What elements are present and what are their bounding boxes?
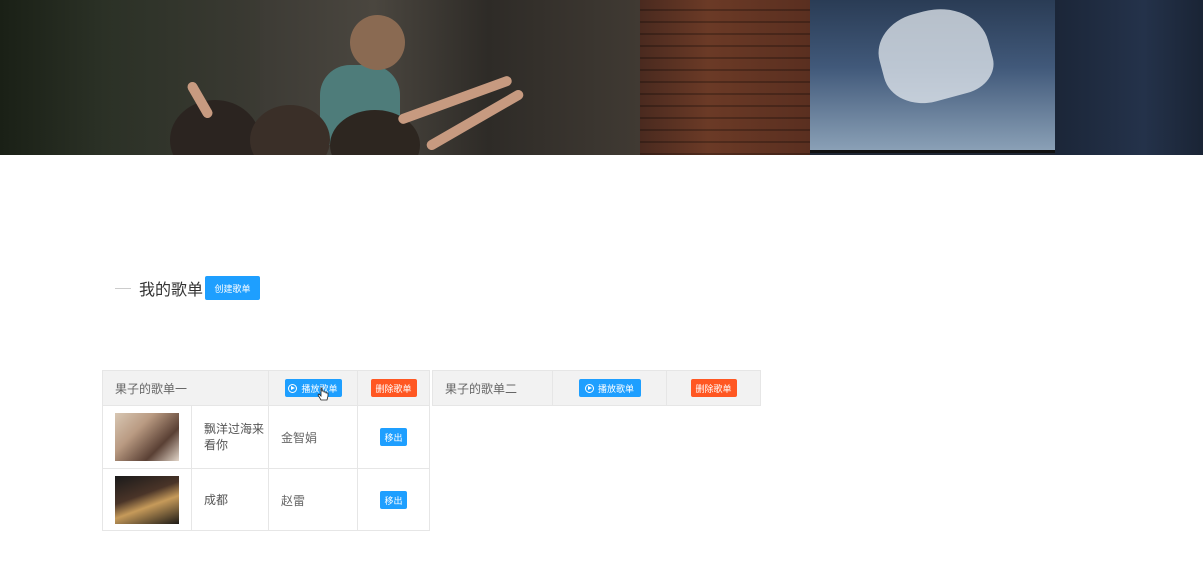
song-cover-image	[115, 413, 179, 461]
playlist-name: 果子的歌单一	[103, 371, 269, 405]
remove-song-button[interactable]: 移出	[380, 491, 407, 509]
song-row: 成都 赵雷 移出	[103, 469, 429, 531]
playlist-table: 果子的歌单二 播放歌单 删除歌单	[432, 370, 761, 406]
song-title: 飘洋过海来看你	[192, 406, 269, 468]
play-playlist-label: 播放歌单	[597, 384, 634, 395]
delete-playlist-button[interactable]: 删除歌单	[370, 379, 417, 397]
play-playlist-button[interactable]: 播放歌单	[578, 379, 641, 397]
song-singer: 赵雷	[269, 469, 358, 531]
hand-pointer-icon	[317, 387, 329, 401]
song-cover-image	[115, 476, 179, 524]
playlist-header: 果子的歌单一 播放歌单 删除歌单	[103, 371, 429, 406]
title-dash-divider	[115, 287, 131, 289]
play-circle-icon	[584, 383, 594, 393]
create-playlist-button[interactable]: 创建歌单	[205, 276, 261, 300]
hero-banner-image	[0, 0, 1203, 155]
section-title: 我的歌单	[139, 280, 204, 299]
my-playlists-header: 我的歌单 创建歌单	[115, 276, 261, 300]
delete-playlist-button[interactable]: 删除歌单	[690, 379, 737, 397]
song-title: 成都	[192, 469, 269, 531]
play-circle-icon	[288, 383, 298, 393]
song-row: 飘洋过海来看你 金智娟 移出	[103, 406, 429, 469]
playlist-name: 果子的歌单二	[433, 371, 553, 405]
remove-song-button[interactable]: 移出	[380, 428, 407, 446]
play-playlist-button[interactable]: 播放歌单	[284, 379, 342, 397]
playlist-header: 果子的歌单二 播放歌单 删除歌单	[433, 371, 760, 405]
playlist-table: 果子的歌单一 播放歌单 删除歌单 飘洋过海来看你 金智娟 移出 成都 赵雷 移出	[102, 370, 430, 531]
song-singer: 金智娟	[269, 406, 358, 468]
